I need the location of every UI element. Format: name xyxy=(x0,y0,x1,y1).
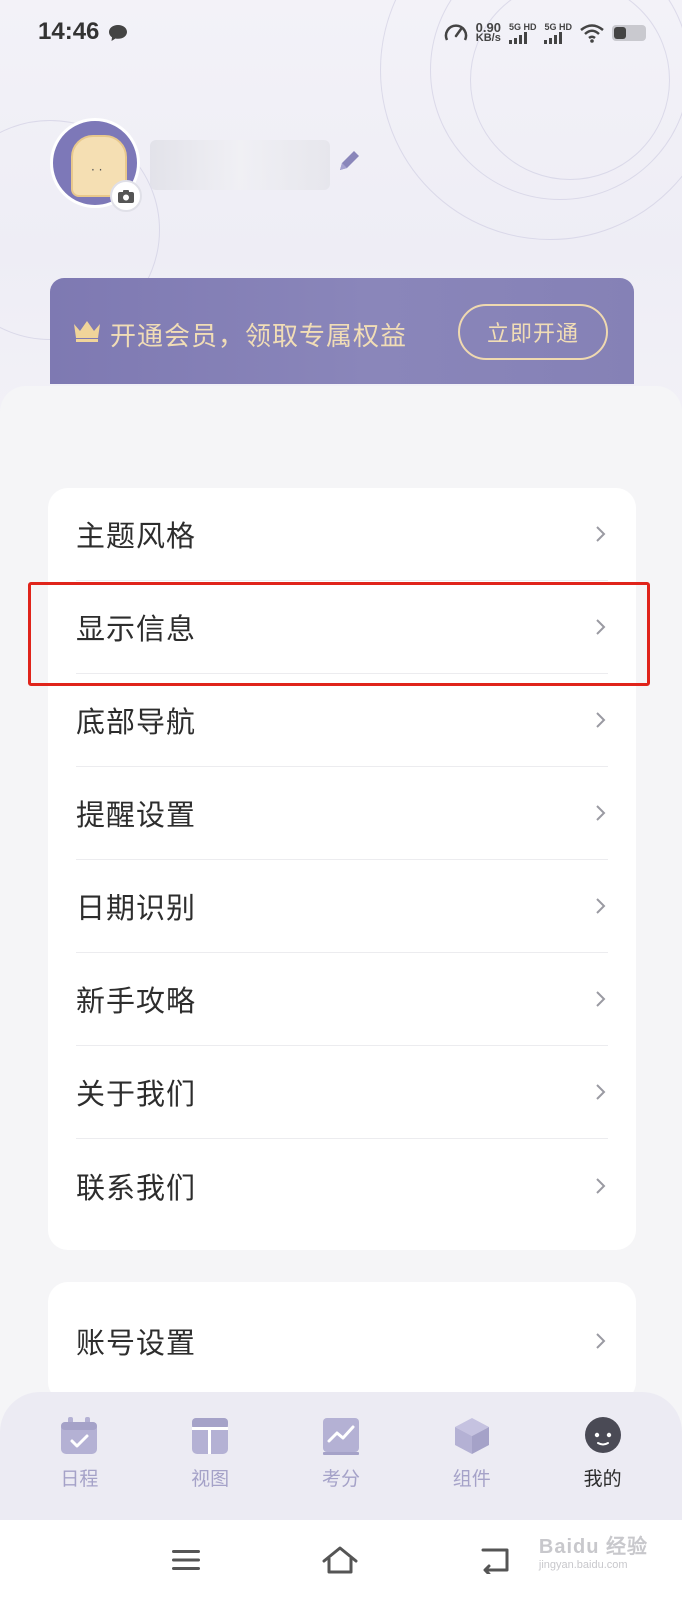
vip-banner[interactable]: 开通会员，领取专属权益 立即开通 xyxy=(50,278,634,384)
nav-tab-widgets[interactable]: 组件 xyxy=(417,1416,527,1520)
status-bar: 14:46 0.90 KB/s 5G HD 5G HD xyxy=(0,0,682,68)
speedometer-icon xyxy=(444,24,467,41)
nav-tab-label: 我的 xyxy=(583,1468,622,1490)
nav-tab-label: 组件 xyxy=(452,1468,491,1490)
menu-item-theme-style[interactable]: 主题风格 xyxy=(76,488,608,581)
chevron-right-icon xyxy=(596,526,606,542)
menu-item-label: 联系我们 xyxy=(76,1170,197,1205)
layout-icon xyxy=(192,1418,229,1454)
nav-tab-view[interactable]: 视图 xyxy=(155,1416,265,1520)
menu-item-label: 账号设置 xyxy=(76,1326,197,1360)
menu-item-label: 关于我们 xyxy=(76,1077,197,1111)
sim1-signal: 5G HD xyxy=(508,22,537,44)
crown-icon xyxy=(74,321,100,342)
signal-bars-icon xyxy=(544,32,563,44)
watermark: Baidu 经验 jingyan.baidu.com xyxy=(539,1530,648,1571)
battery-icon xyxy=(612,25,646,41)
menu-item-label: 底部导航 xyxy=(76,705,197,739)
watermark-brand: Baidu 经验 xyxy=(538,1536,648,1558)
home-icon[interactable] xyxy=(321,1545,359,1575)
nav-tab-label: 日程 xyxy=(60,1468,99,1490)
network-speed: 0.90 KB/s xyxy=(475,21,501,44)
menu-item-label: 日期识别 xyxy=(76,891,197,925)
wifi-icon xyxy=(580,24,604,43)
profile-icon xyxy=(584,1417,621,1453)
sim2-signal: 5G HD xyxy=(544,22,572,44)
chevron-right-icon xyxy=(596,1333,606,1349)
network-speed-unit: KB/s xyxy=(475,32,501,44)
menu-item-reminder-settings[interactable]: 提醒设置 xyxy=(76,767,608,860)
menu-item-label: 主题风格 xyxy=(76,519,197,553)
menu-icon[interactable] xyxy=(171,1548,201,1572)
nav-tab-scores[interactable]: 考分 xyxy=(286,1416,396,1520)
watermark-domain: jingyan.baidu.com xyxy=(538,1559,628,1571)
nav-tab-label: 考分 xyxy=(321,1468,360,1490)
sim1-label: 5G HD xyxy=(508,22,537,32)
chevron-right-icon xyxy=(596,991,606,1007)
message-icon xyxy=(109,25,127,41)
back-icon[interactable] xyxy=(479,1546,511,1574)
camera-icon[interactable] xyxy=(110,180,142,212)
bottom-navigation: 日程 视图 考分 组件 我的 xyxy=(0,1392,682,1520)
menu-item-label: 提醒设置 xyxy=(76,798,197,832)
nav-tab-label: 视图 xyxy=(191,1468,230,1490)
open-vip-button[interactable]: 立即开通 xyxy=(458,304,608,360)
content-sheet-top xyxy=(0,386,682,446)
menu-item-contact-us[interactable]: 联系我们 xyxy=(76,1139,608,1232)
chevron-right-icon xyxy=(596,898,606,914)
account-menu-card: 账号设置 xyxy=(48,1282,636,1402)
chevron-right-icon xyxy=(596,805,606,821)
edit-pencil-icon[interactable] xyxy=(334,146,364,176)
chart-icon xyxy=(322,1418,359,1455)
signal-bars-icon xyxy=(508,32,527,44)
menu-item-label: 显示信息 xyxy=(76,612,197,646)
menu-item-label: 新手攻略 xyxy=(76,984,197,1018)
vip-promo-text: 开通会员，领取专属权益 xyxy=(110,322,408,352)
cube-icon xyxy=(454,1418,489,1454)
chevron-right-icon xyxy=(596,619,606,635)
chevron-right-icon xyxy=(596,1084,606,1100)
menu-item-bottom-nav[interactable]: 底部导航 xyxy=(76,674,608,767)
status-time: 14:46 xyxy=(38,18,100,45)
settings-menu-card: 主题风格 显示信息 底部导航 提醒设置 日期识别 新手攻略 关于我们 联系我们 xyxy=(48,488,636,1250)
menu-item-beginner-guide[interactable]: 新手攻略 xyxy=(76,953,608,1046)
username[interactable] xyxy=(150,140,330,190)
calendar-icon xyxy=(61,1417,98,1454)
menu-item-about-us[interactable]: 关于我们 xyxy=(76,1046,608,1139)
chevron-right-icon xyxy=(596,1177,606,1194)
nav-tab-mine[interactable]: 我的 xyxy=(548,1416,658,1520)
chevron-right-icon xyxy=(596,712,606,728)
menu-item-account-settings[interactable]: 账号设置 xyxy=(76,1288,608,1394)
sim2-label: 5G HD xyxy=(544,22,572,32)
menu-item-display-info[interactable]: 显示信息 xyxy=(76,581,608,674)
menu-item-date-recognition[interactable]: 日期识别 xyxy=(76,860,608,953)
nav-tab-schedule[interactable]: 日程 xyxy=(24,1416,134,1520)
